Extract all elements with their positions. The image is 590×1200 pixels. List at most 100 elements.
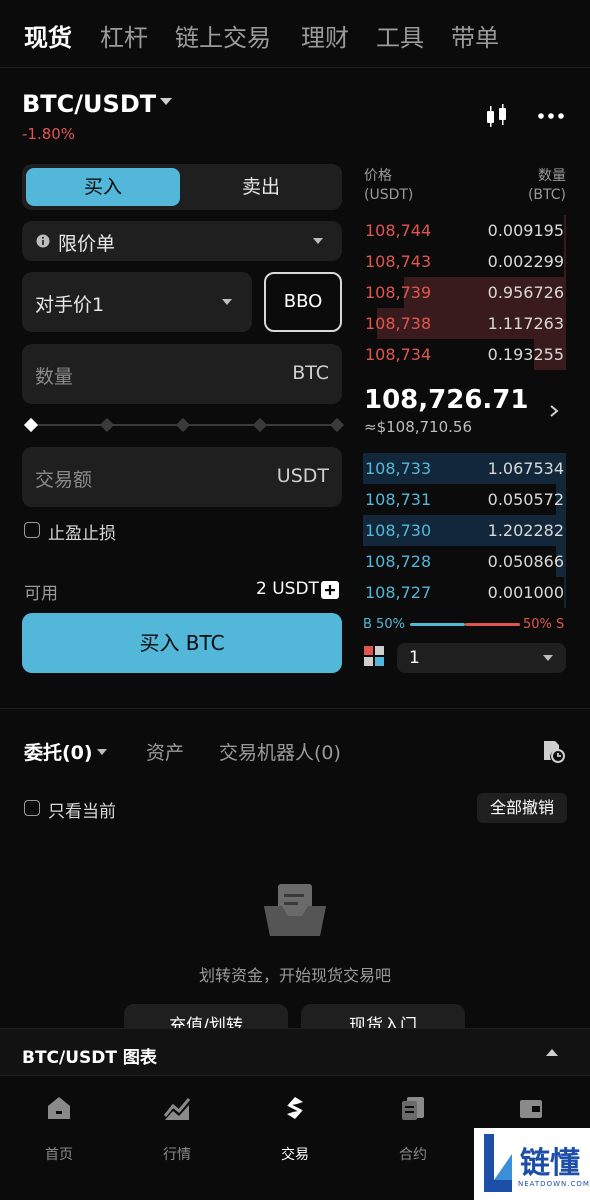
order-type-select[interactable]: 限价单	[22, 221, 342, 261]
qty-header: 数量 (BTC)	[527, 168, 566, 203]
more-icon[interactable]	[538, 110, 564, 122]
top-tabs: 现货 杠杆 链上交易 理财 工具 带单	[0, 0, 590, 68]
quantity-placeholder: 数量	[35, 366, 74, 388]
bid-price: 108,727	[365, 583, 432, 602]
plus-icon[interactable]	[321, 581, 339, 599]
chevron-down-icon	[543, 655, 553, 661]
bid-qty: 0.050866	[487, 552, 564, 571]
sell-ratio: 50% S	[523, 617, 565, 632]
tp-sl-label: 止盈止损	[48, 524, 116, 544]
depth-bar	[564, 246, 566, 277]
bid-price: 108,733	[365, 459, 432, 478]
chevron-down-icon[interactable]	[97, 749, 107, 755]
depth-bar	[564, 215, 566, 246]
tab-margin[interactable]: 杠杆	[100, 18, 148, 53]
tab-orders[interactable]: 委托(0)	[24, 738, 93, 765]
ask-qty: 0.002299	[487, 252, 564, 271]
tab-bots[interactable]: 交易机器人(0)	[219, 738, 341, 765]
tab-earn[interactable]: 理财	[301, 18, 349, 53]
last-price: 108,726.71	[364, 385, 529, 415]
last-price-usd: ≈$108,710.56	[364, 418, 472, 436]
price-change: -1.80%	[22, 125, 76, 143]
price-mode-label: 对手价1	[35, 294, 105, 316]
quantity-unit: BTC	[292, 362, 329, 384]
depth-select[interactable]: 1	[397, 643, 566, 673]
ask-qty: 1.117263	[487, 314, 564, 333]
depth-bar	[564, 577, 566, 608]
amount-field[interactable]: 交易额 USDT	[22, 447, 342, 507]
bid-qty: 1.067534	[487, 459, 564, 478]
ask-price: 108,739	[365, 283, 432, 302]
price-mode-select[interactable]: 对手价1	[22, 272, 252, 332]
chevron-down-icon	[313, 238, 323, 244]
ask-row[interactable]: 108,739 0.956726	[363, 277, 566, 308]
contract-icon	[402, 1097, 424, 1120]
home-icon	[48, 1097, 70, 1119]
pair-selector[interactable]: BTC/USDT	[22, 90, 156, 118]
trade-icon	[287, 1097, 303, 1119]
cancel-all-button[interactable]: 全部撤销	[477, 793, 567, 823]
amount-placeholder: 交易额	[35, 469, 93, 491]
chevron-right-icon[interactable]	[549, 404, 559, 418]
market-icon	[163, 1098, 191, 1120]
only-current-checkbox[interactable]	[24, 800, 40, 816]
bid-row[interactable]: 108,733 1.067534	[363, 453, 566, 484]
bid-price: 108,730	[365, 521, 432, 540]
slider-step[interactable]	[99, 417, 115, 433]
bid-row[interactable]: 108,731 0.050572	[363, 484, 566, 515]
bid-row[interactable]: 108,730 1.202282	[363, 515, 566, 546]
tab-assets[interactable]: 资产	[146, 738, 184, 765]
bid-qty: 1.202282	[487, 521, 564, 540]
chart-label: BTC/USDT 图表	[22, 1048, 157, 1068]
empty-state-text: 划转资金，开始现货交易吧	[198, 966, 391, 985]
slider-step[interactable]	[252, 417, 268, 433]
candlestick-icon[interactable]	[484, 103, 510, 129]
ask-qty: 0.956726	[487, 283, 564, 302]
quantity-field[interactable]: 数量 BTC	[22, 344, 342, 404]
chevron-down-icon[interactable]	[160, 98, 172, 105]
tp-sl-checkbox[interactable]	[24, 522, 40, 538]
bid-row[interactable]: 108,728 0.050866	[363, 546, 566, 577]
tab-copytrade[interactable]: 带单	[451, 18, 499, 53]
order-type-label: 限价单	[58, 233, 116, 255]
slider-step[interactable]	[175, 417, 191, 433]
ask-price: 108,734	[365, 345, 432, 364]
buy-btc-button[interactable]: 买入 BTC	[22, 613, 342, 673]
nav-label: 合约	[399, 1147, 427, 1163]
ask-qty: 0.193255	[487, 345, 564, 364]
buy-sell-toggle: 买入 卖出	[22, 164, 342, 210]
empty-box-icon	[264, 884, 326, 936]
nav-label: 交易	[281, 1147, 309, 1163]
sell-tab[interactable]: 卖出	[184, 168, 338, 206]
price-header: 价格 (USDT)	[364, 168, 414, 203]
chart-toggle-bar[interactable]: BTC/USDT 图表	[0, 1028, 590, 1076]
sell-ratio-bar	[465, 623, 520, 626]
watermark-text: 链懂	[520, 1146, 580, 1181]
book-layout-icon[interactable]	[364, 646, 386, 668]
slider-handle[interactable]	[23, 417, 39, 433]
bid-price: 108,731	[365, 490, 432, 509]
info-icon	[36, 234, 50, 248]
ask-row[interactable]: 108,744 0.009195	[363, 215, 566, 246]
tab-onchain[interactable]: 链上交易	[175, 18, 271, 53]
bid-price: 108,728	[365, 552, 432, 571]
ask-row[interactable]: 108,743 0.002299	[363, 246, 566, 277]
tab-tools[interactable]: 工具	[376, 18, 424, 53]
history-icon[interactable]	[540, 738, 566, 764]
ask-row[interactable]: 108,734 0.193255	[363, 339, 566, 370]
only-current-label: 只看当前	[48, 802, 116, 822]
watermark-sub: NEATDOWN.COM	[518, 1180, 590, 1188]
logo-l-icon	[484, 1134, 512, 1192]
ask-qty: 0.009195	[487, 221, 564, 240]
nav-label: 首页	[45, 1147, 73, 1163]
chevron-down-icon	[222, 299, 232, 305]
divider	[0, 708, 590, 709]
chevron-up-icon[interactable]	[546, 1049, 558, 1056]
slider-step[interactable]	[329, 417, 345, 433]
bbo-button[interactable]: BBO	[264, 272, 342, 332]
bid-row[interactable]: 108,727 0.001000	[363, 577, 566, 608]
tab-spot[interactable]: 现货	[24, 18, 72, 53]
ask-row[interactable]: 108,738 1.117263	[363, 308, 566, 339]
buy-tab[interactable]: 买入	[26, 168, 180, 206]
watermark-logo: 链懂 NEATDOWN.COM	[474, 1128, 590, 1200]
